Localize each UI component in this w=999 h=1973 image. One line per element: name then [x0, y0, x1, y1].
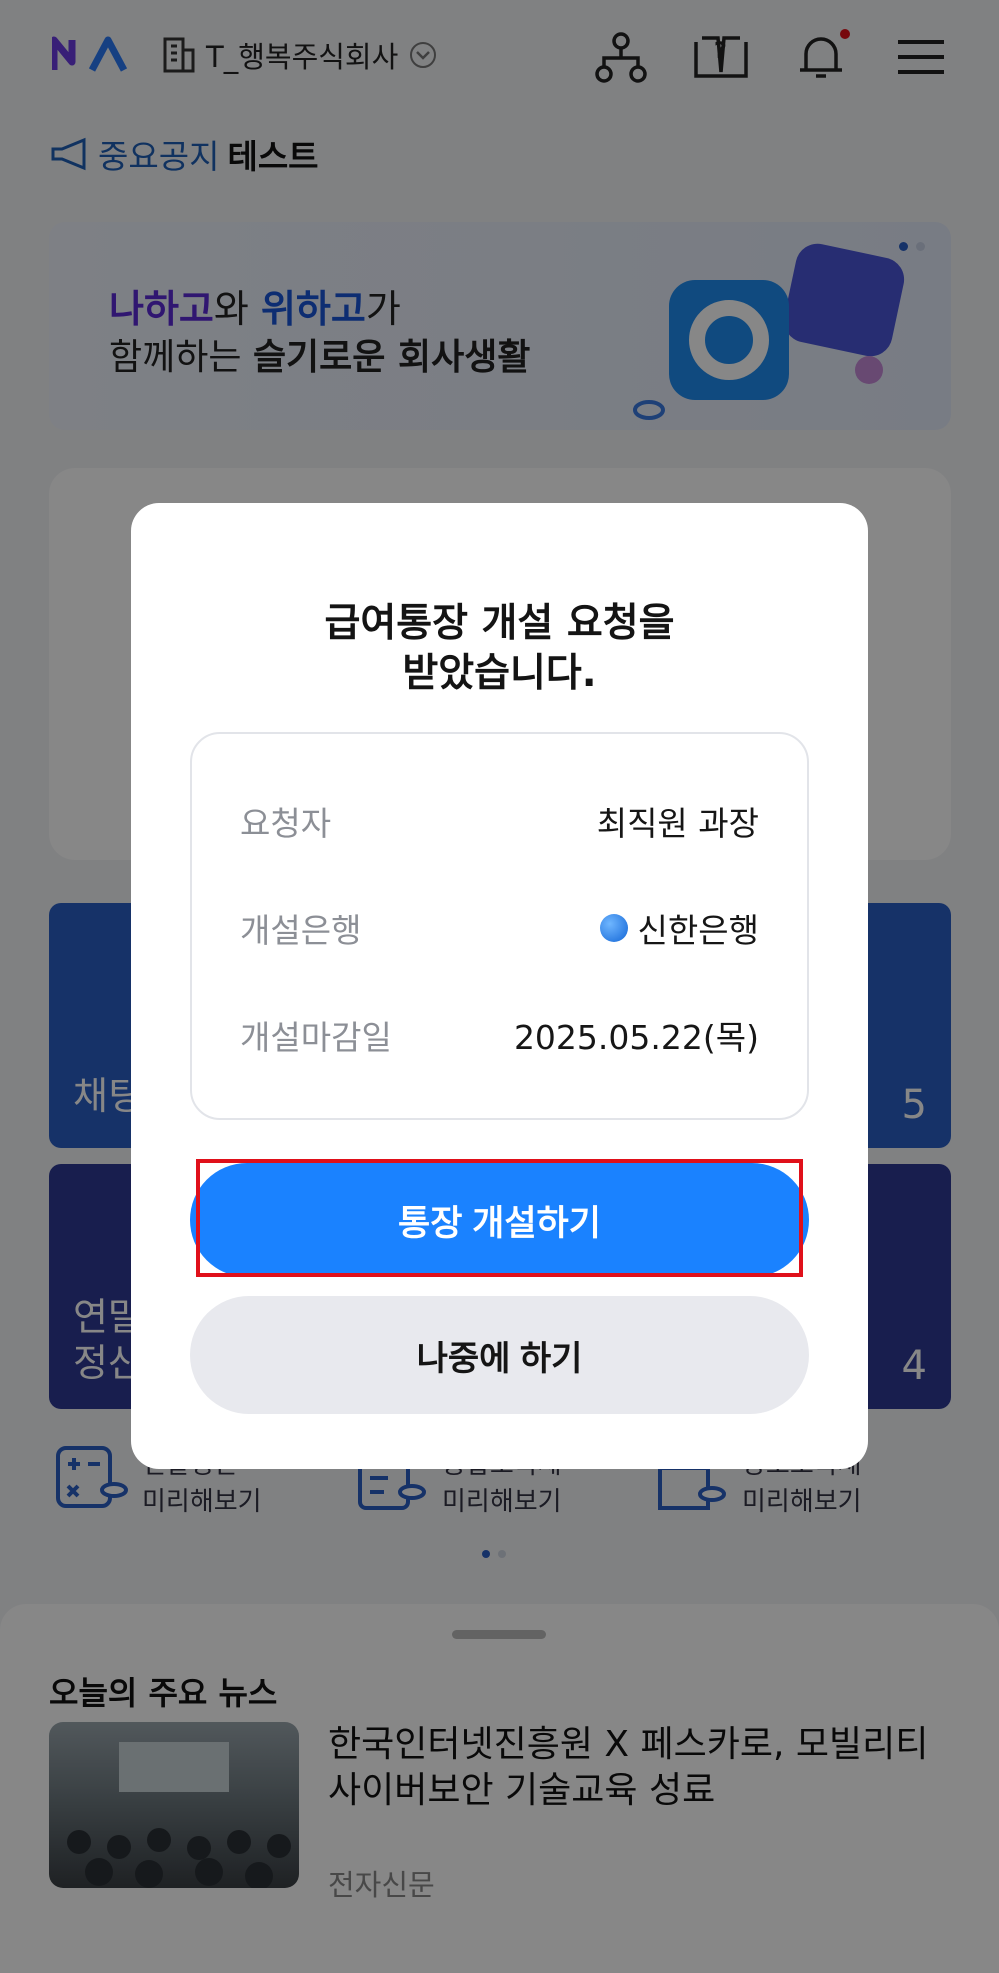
deadline-label: 개설마감일 — [240, 1018, 392, 1057]
info-row-bank: 개설은행 신한은행 — [240, 906, 759, 950]
account-request-modal: 급여통장 개설 요청을 받았습니다. 요청자 최직원 과장 개설은행 신한은행 … — [131, 503, 868, 1469]
modal-title: 급여통장 개설 요청을 받았습니다. — [324, 601, 675, 696]
deadline-value: 2025.05.22(목) — [513, 1018, 759, 1057]
bank-value: 신한은행 — [637, 911, 759, 950]
info-row-requester: 요청자 최직원 과장 — [240, 799, 759, 843]
later-button[interactable]: 나중에 하기 — [190, 1296, 809, 1414]
info-row-deadline: 개설마감일 2025.05.22(목) — [240, 1013, 759, 1057]
requester-label: 요청자 — [240, 804, 332, 843]
requester-value: 최직원 과장 — [596, 804, 759, 843]
bank-label: 개설은행 — [240, 911, 362, 950]
request-info-box: 요청자 최직원 과장 개설은행 신한은행 개설마감일 2025.05.22(목) — [190, 732, 809, 1120]
open-account-button[interactable]: 통장 개설하기 — [190, 1163, 809, 1277]
shinhan-bank-icon — [599, 914, 628, 942]
